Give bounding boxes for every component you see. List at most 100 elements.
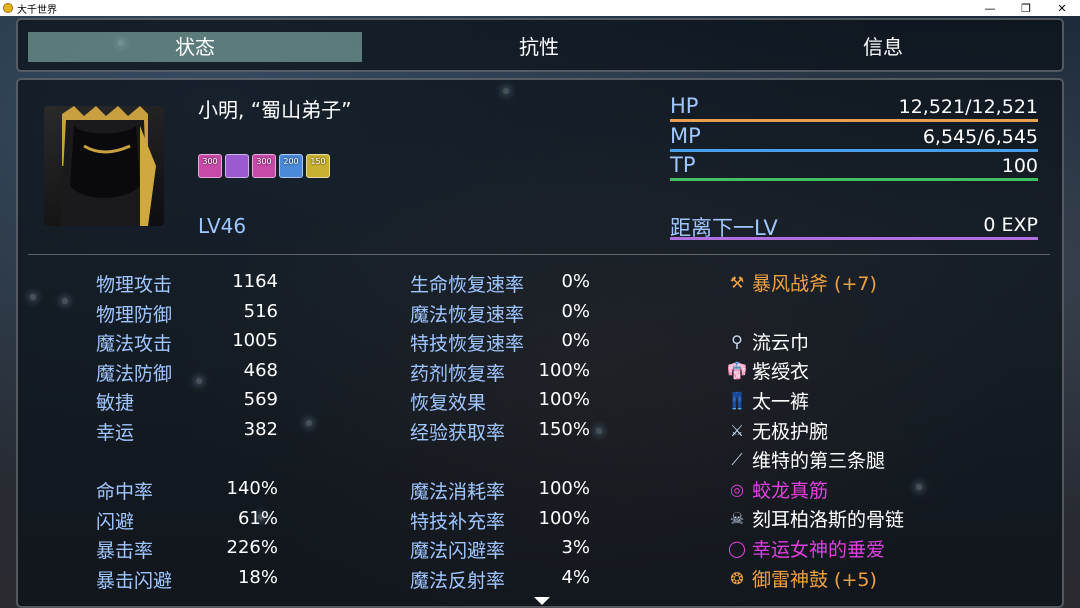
stat-label: 魔法恢复速率 (410, 303, 525, 326)
stat-label: 魔法闪避率 (410, 540, 506, 563)
character-name: 小明, “蜀山弟子” (198, 98, 352, 122)
stat-label: 物理防御 (96, 303, 173, 326)
stat-value: 150% (538, 419, 590, 440)
equipment-slot[interactable]: ◯ 幸运女神的垂爱 (726, 535, 885, 561)
bone-icon: ⟋ (731, 449, 743, 469)
gauge-value: 12,521/12,521 (898, 96, 1038, 118)
stat-value: 100% (538, 359, 590, 381)
tab-info[interactable]: 信息 (716, 32, 1050, 62)
axe-icon: ⚒ (729, 272, 745, 292)
tab-resistance[interactable]: 抗性 (372, 32, 706, 62)
gauge-fill (670, 119, 1038, 122)
equipment-name: 维特的第三条腿 (752, 450, 886, 473)
buff-icon[interactable]: 300 (198, 154, 222, 178)
buff-icon[interactable]: 300 (252, 154, 276, 178)
gauge-label: MP (670, 124, 701, 148)
gauge-value: 100 (1001, 155, 1038, 177)
stat-value: 100% (538, 507, 590, 529)
stat-label: 魔法攻击 (96, 333, 173, 356)
equipment-slot[interactable]: ⟋ 维特的第三条腿 (726, 447, 885, 473)
gauge-fill (670, 149, 1038, 152)
equipment-slot[interactable]: ⚒ 暴风战斧 (+7) (726, 269, 877, 295)
equipment-name: 御雷神鼓 (+5) (752, 568, 877, 591)
gauge-fill (670, 237, 1038, 240)
stat-label: 幸运 (96, 422, 135, 444)
minimize-button[interactable]: — (972, 0, 1008, 16)
stat-value: 1164 (232, 271, 278, 292)
hp-gauge: HP 12,521/12,521 (670, 94, 1038, 124)
necklace-icon: ☠ (729, 509, 745, 529)
stat-value: 0% (561, 330, 590, 352)
window-titlebar: 大千世界 — ❐ ✕ (0, 0, 1080, 16)
exp-gauge: 距离下一LV 0 EXP (670, 212, 1038, 242)
stat-label: 魔法反射率 (410, 570, 506, 592)
equipment-name: 刻耳柏洛斯的骨链 (752, 509, 905, 532)
equipment-name: 紫绶衣 (752, 361, 810, 384)
scroll-down-icon[interactable] (534, 597, 550, 605)
equipment-slot[interactable]: 👘 紫绶衣 (726, 358, 809, 384)
stat-label: 魔法消耗率 (410, 481, 506, 504)
close-button[interactable]: ✕ (1044, 0, 1080, 16)
stat-value: 0% (561, 271, 590, 292)
ring-icon: ◎ (730, 479, 744, 499)
stat-value: 516 (243, 300, 278, 322)
tab-bar: 状态 抗性 信息 (16, 18, 1064, 72)
stat-value: 226% (226, 537, 278, 559)
stat-value: 0% (561, 300, 590, 322)
stat-value: 61% (237, 507, 278, 529)
headband-icon: ⚲ (731, 331, 743, 351)
maximize-button[interactable]: ❐ (1008, 0, 1044, 16)
buff-icon[interactable]: 150 (306, 154, 330, 178)
stat-value: 468 (243, 359, 278, 381)
equipment-slot[interactable]: 👖 太一裤 (726, 387, 809, 413)
equipment-name: 暴风战斧 (+7) (752, 272, 877, 295)
gauge-value: 0 EXP (983, 214, 1038, 236)
stat-label: 闪避 (96, 510, 135, 533)
stat-label: 特技恢复速率 (410, 333, 525, 356)
gauge-value: 6,545/6,545 (922, 126, 1038, 148)
tab-status[interactable]: 状态 (28, 32, 362, 62)
stat-label: 特技补充率 (410, 510, 506, 533)
stat-value: 140% (226, 478, 278, 500)
gauge-label: TP (670, 153, 696, 177)
stat-label: 暴击闪避 (96, 570, 173, 592)
gauge-label: HP (670, 94, 699, 118)
stat-label: 魔法防御 (96, 362, 173, 385)
gauge-fill (670, 178, 1038, 181)
tp-gauge: TP 100 (670, 153, 1038, 183)
stat-label: 敏捷 (96, 392, 135, 415)
stat-value: 3% (561, 537, 590, 559)
equipment-slot[interactable]: ☠ 刻耳柏洛斯的骨链 (726, 506, 904, 532)
equipment-slot[interactable]: ❂ 御雷神鼓 (+5) (726, 565, 877, 591)
divider (28, 254, 1050, 255)
drum-icon: ❂ (730, 568, 744, 588)
equipment-name: 幸运女神的垂爱 (752, 538, 886, 561)
window-title: 大千世界 (17, 4, 57, 16)
equipment-slot[interactable]: ◎ 蛟龙真筋 (726, 476, 828, 502)
stat-value: 1005 (232, 330, 278, 352)
status-panel: 小明, “蜀山弟子” 300 300 200 150 LV46 HP 12,52… (16, 78, 1064, 608)
bracer-icon: ⚔ (729, 420, 745, 440)
equipment-name: 流云巾 (752, 331, 810, 354)
character-level: LV46 (198, 214, 247, 238)
buff-icon[interactable]: 200 (279, 154, 303, 178)
equipment-slot[interactable]: ⚔ 无极护腕 (726, 417, 828, 443)
stat-value: 4% (561, 567, 590, 588)
stat-label: 暴击率 (96, 540, 154, 563)
equipment-name: 无极护腕 (752, 420, 829, 443)
app-icon (3, 3, 13, 13)
stat-label: 药剂恢复率 (410, 362, 506, 385)
pants-icon: 👖 (727, 390, 747, 410)
stat-label: 物理攻击 (96, 274, 173, 296)
stat-value: 100% (538, 389, 590, 411)
equipment-slot[interactable]: ⚲ 流云巾 (726, 328, 809, 354)
buff-icon[interactable] (225, 154, 249, 178)
character-portrait (44, 106, 164, 226)
stat-value: 18% (237, 567, 278, 588)
gold-ring-icon: ◯ (728, 538, 746, 558)
equipment-name: 蛟龙真筋 (752, 479, 829, 502)
mp-gauge: MP 6,545/6,545 (670, 124, 1038, 154)
buff-list: 300 300 200 150 (198, 154, 330, 178)
stat-value: 382 (243, 419, 278, 440)
stat-label: 命中率 (96, 481, 154, 504)
